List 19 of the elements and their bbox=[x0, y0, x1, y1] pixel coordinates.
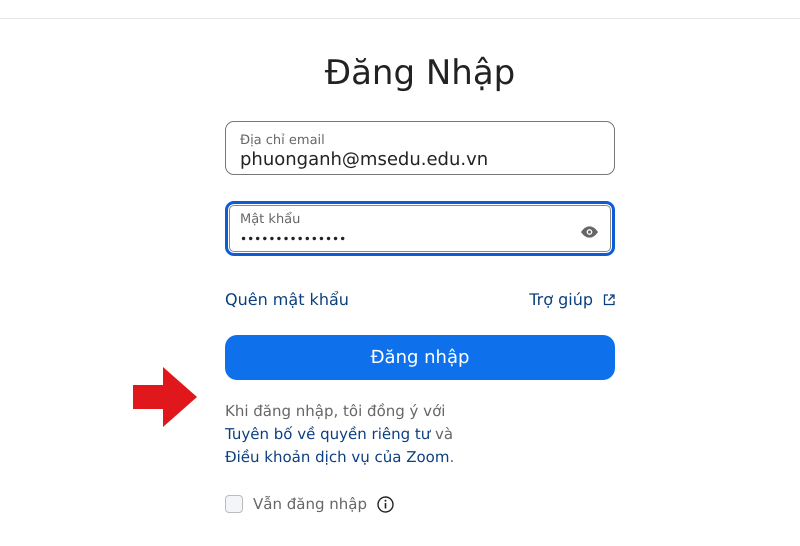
field-label: Địa chỉ email bbox=[240, 132, 326, 148]
external-link-icon bbox=[603, 294, 615, 306]
eye-icon[interactable] bbox=[581, 226, 598, 238]
email-field[interactable]: Địa chỉ email phuonganh@msedu.edu.vn bbox=[225, 121, 615, 175]
forgot-password-link[interactable]: Quên mật khẩu bbox=[225, 290, 349, 309]
remember-label: Vẫn đăng nhập bbox=[253, 495, 367, 513]
field-value: ••••••••••••••• bbox=[240, 231, 348, 248]
password-field[interactable]: Mật khẩu ••••••••••••••• bbox=[225, 201, 615, 256]
arrow-drawing bbox=[133, 367, 197, 427]
terms-link[interactable]: Điều khoản dịch vụ của Zoom bbox=[225, 448, 450, 466]
info-icon bbox=[376, 496, 394, 512]
remember-checkbox[interactable] bbox=[225, 495, 243, 513]
page-title: Đăng Nhập bbox=[324, 53, 516, 93]
login-button[interactable]: Đăng nhập bbox=[225, 335, 615, 380]
consent-text: Khi đăng nhập, tôi đồng ý với Tuyên bố về quyền riêng tư và Điều khoản dịch vụ của Zoom. bbox=[225, 401, 456, 468]
terms-link[interactable]: Tuyên bố về quyền riêng tư bbox=[225, 425, 430, 443]
field-value: phuonganh@msedu.edu.vn bbox=[240, 148, 490, 172]
field-label: Mật khẩu bbox=[240, 212, 302, 227]
help-link[interactable]: Trợ giúp bbox=[529, 290, 615, 309]
